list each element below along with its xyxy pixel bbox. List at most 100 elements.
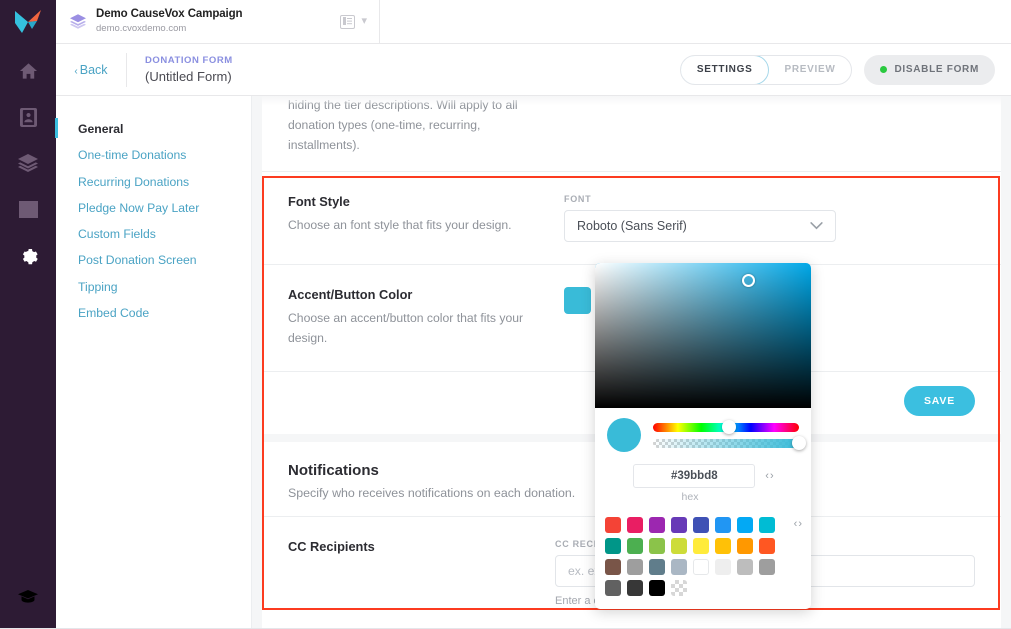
causevox-bird-logo[interactable] xyxy=(0,0,56,44)
preset-swatch[interactable] xyxy=(671,580,687,596)
nav-home[interactable] xyxy=(0,48,56,94)
campaign-selector[interactable]: Demo CauseVox Campaign demo.cvoxdemo.com… xyxy=(56,0,380,44)
color-sliders xyxy=(653,420,806,450)
settings-sidebar: General One-time Donations Recurring Don… xyxy=(55,96,252,629)
hex-label: hex xyxy=(681,491,699,503)
preset-swatch[interactable] xyxy=(693,559,709,575)
font-select-value: Roboto (Sans Serif) xyxy=(577,219,687,234)
preset-swatch[interactable] xyxy=(671,517,687,533)
preset-swatch[interactable] xyxy=(759,538,775,554)
compact-form-row: hiding the tier descriptions. Will apply… xyxy=(262,96,1001,173)
preset-swatch[interactable] xyxy=(627,559,643,575)
preset-swatch[interactable] xyxy=(649,580,665,596)
preset-swatch[interactable] xyxy=(627,580,643,596)
saturation-value-handle[interactable] xyxy=(742,274,756,288)
preset-swatch[interactable] xyxy=(737,517,753,533)
grid-view-icon[interactable] xyxy=(340,14,356,29)
sidebar-item-recurring-donations[interactable]: Recurring Donations xyxy=(56,169,251,195)
font-style-left: Font Style Choose an font style that fit… xyxy=(288,194,564,236)
primary-sidebar xyxy=(0,0,56,629)
alpha-slider-knob[interactable] xyxy=(792,436,806,450)
breadcrumb: DONATION FORM xyxy=(145,54,233,66)
hue-slider[interactable] xyxy=(653,420,799,434)
compact-form-card: hiding the tier descriptions. Will apply… xyxy=(262,96,1001,173)
font-style-title: Font Style xyxy=(288,194,350,210)
campaign-actions: ▾ xyxy=(340,14,379,29)
preset-swatch[interactable] xyxy=(715,559,731,575)
hex-input[interactable]: #39bbd8 xyxy=(633,464,756,488)
nav-contacts[interactable] xyxy=(0,94,56,140)
preset-swatch[interactable] xyxy=(605,517,621,533)
sidebar-item-post-donation-screen[interactable]: Post Donation Screen xyxy=(56,247,251,273)
accent-color-title: Accent/Button Color xyxy=(288,287,413,303)
font-style-desc: Choose an font style that fits your desi… xyxy=(288,218,512,233)
alpha-slider[interactable] xyxy=(653,436,806,450)
preset-swatch[interactable] xyxy=(605,559,621,575)
form-title-block: DONATION FORM (Untitled Form) xyxy=(127,55,233,85)
accent-color-desc: Choose an accent/button color that fits … xyxy=(288,311,524,346)
preset-swatch[interactable] xyxy=(649,517,665,533)
compact-form-desc: hiding the tier descriptions. Will apply… xyxy=(288,98,518,152)
preset-swatch[interactable] xyxy=(649,559,665,575)
back-chevron-icon: ‹ xyxy=(74,65,78,77)
page-title: (Untitled Form) xyxy=(145,68,232,84)
sidebar-item-one-time-donations[interactable]: One-time Donations xyxy=(56,142,251,168)
code-toggle-icon[interactable]: ‹ › xyxy=(765,470,773,482)
sidebar-item-custom-fields[interactable]: Custom Fields xyxy=(56,221,251,247)
saturation-value-area[interactable] xyxy=(595,263,811,408)
preset-swatch[interactable] xyxy=(605,580,621,596)
preset-swatch[interactable] xyxy=(627,517,643,533)
disable-form-label: DISABLE FORM xyxy=(894,64,979,75)
preset-swatch[interactable] xyxy=(605,538,621,554)
color-picker-controls: #39bbd8 ‹ › hex xyxy=(595,408,811,511)
back-button[interactable]: ‹ Back xyxy=(56,63,126,77)
sidebar-item-embed-code[interactable]: Embed Code xyxy=(56,300,251,326)
cc-recipients-title: CC Recipients xyxy=(288,538,375,554)
tab-settings[interactable]: SETTINGS xyxy=(680,55,770,84)
sidebar-item-general[interactable]: General xyxy=(55,116,251,142)
nav-settings[interactable] xyxy=(0,232,56,278)
hue-slider-knob[interactable] xyxy=(721,420,736,434)
header-actions: SETTINGS PREVIEW DISABLE FORM xyxy=(679,54,1011,85)
preset-swatch[interactable] xyxy=(737,559,753,575)
app-root: Demo CauseVox Campaign demo.cvoxdemo.com… xyxy=(0,0,1011,629)
campaign-domain: demo.cvoxdemo.com xyxy=(96,22,187,34)
preset-swatch[interactable] xyxy=(737,538,753,554)
sidebar-item-pledge-now-pay-later[interactable]: Pledge Now Pay Later xyxy=(56,195,251,221)
chevron-down-icon[interactable]: ▾ xyxy=(361,16,367,27)
preset-swatch[interactable] xyxy=(693,517,709,533)
compact-form-left: hiding the tier descriptions. Will apply… xyxy=(288,96,564,155)
layers-icon xyxy=(70,14,86,29)
accent-color-left: Accent/Button Color Choose an accent/but… xyxy=(288,287,564,349)
tab-preview[interactable]: PREVIEW xyxy=(768,56,851,84)
preset-swatch[interactable] xyxy=(759,559,775,575)
nav-learn[interactable] xyxy=(0,589,56,605)
font-field-label: FONT xyxy=(564,194,592,205)
preset-swatch[interactable] xyxy=(715,517,731,533)
campaign-text: Demo CauseVox Campaign demo.cvoxdemo.com xyxy=(96,8,243,34)
preset-swatch[interactable] xyxy=(693,538,709,554)
preset-swatches-area: ‹ › xyxy=(595,511,811,606)
chevron-down-icon xyxy=(810,222,823,230)
color-preview-circle xyxy=(607,418,641,452)
disable-form-button[interactable]: DISABLE FORM xyxy=(864,54,995,85)
accent-color-swatch[interactable] xyxy=(564,287,591,315)
preset-swatch[interactable] xyxy=(715,538,731,554)
sidebar-item-tipping[interactable]: Tipping xyxy=(56,274,251,300)
preset-swatch[interactable] xyxy=(759,517,775,533)
nav-campaigns[interactable] xyxy=(0,140,56,186)
color-picker-popover[interactable]: #39bbd8 ‹ › hex ‹ › xyxy=(595,263,811,609)
back-label: Back xyxy=(79,62,108,77)
preset-swatch[interactable] xyxy=(671,559,687,575)
font-select[interactable]: Roboto (Sans Serif) xyxy=(564,210,836,243)
nav-forms[interactable] xyxy=(0,186,56,232)
save-button[interactable]: SAVE xyxy=(903,385,975,416)
preset-swatch[interactable] xyxy=(627,538,643,554)
preset-swatch-grid xyxy=(605,517,787,596)
swatch-code-toggle-icon[interactable]: ‹ › xyxy=(794,518,802,530)
top-bar: Demo CauseVox Campaign demo.cvoxdemo.com… xyxy=(56,0,1011,44)
preset-swatch[interactable] xyxy=(671,538,687,554)
font-style-right: FONT Roboto (Sans Serif) xyxy=(564,194,975,243)
hex-input-row: #39bbd8 ‹ › xyxy=(607,464,799,488)
preset-swatch[interactable] xyxy=(649,538,665,554)
